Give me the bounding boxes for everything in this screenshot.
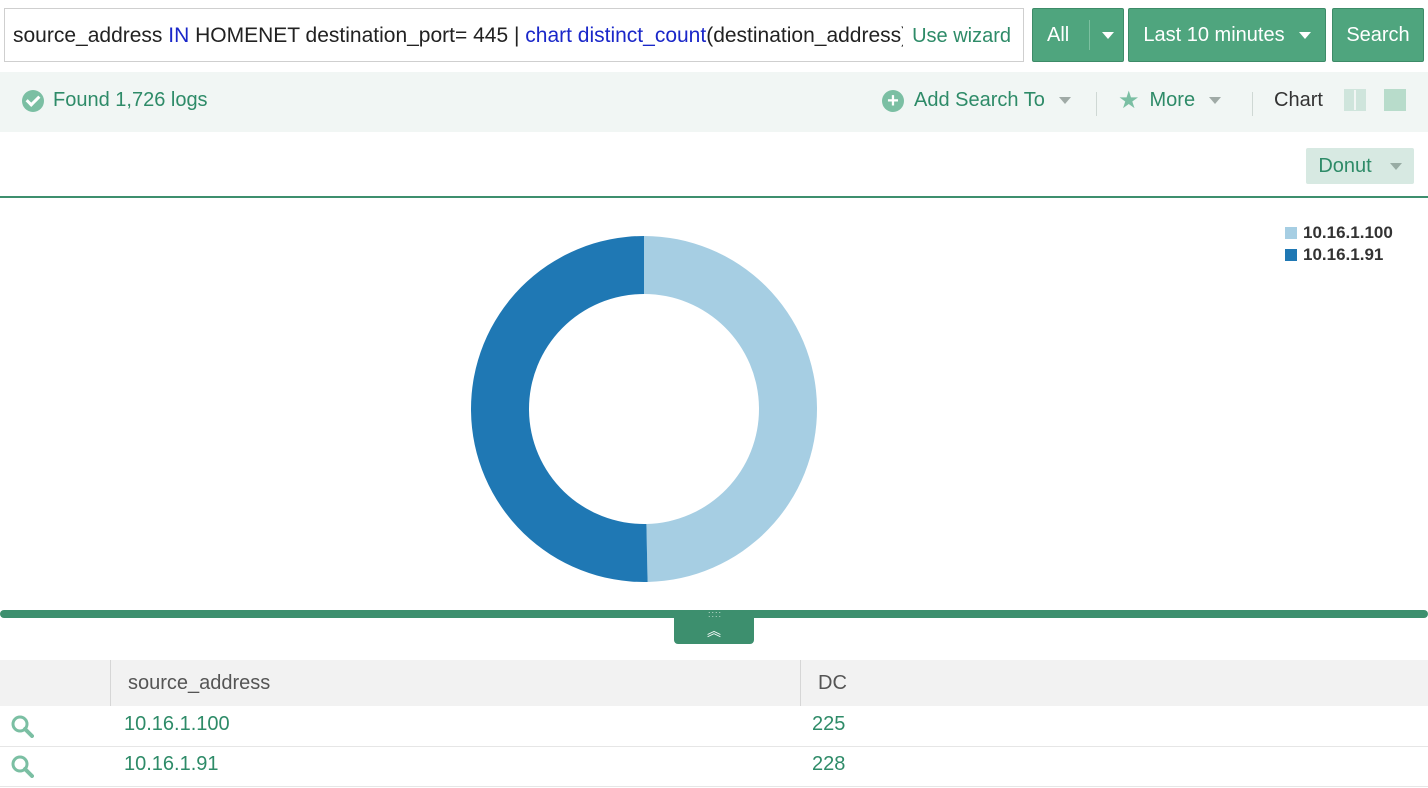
chevron-down-icon <box>1209 97 1222 104</box>
chevron-down-icon <box>1058 97 1071 104</box>
star-icon: ★ <box>1118 86 1140 114</box>
check-circle-icon <box>22 89 44 112</box>
legend-swatch <box>1285 249 1297 261</box>
more-label: More <box>1149 89 1196 111</box>
splitter-grip[interactable]: :::: <box>708 610 722 619</box>
chart-type-dropdown[interactable]: Donut <box>1306 148 1414 184</box>
chevron-down-icon <box>1298 31 1311 39</box>
table-row: 10.16.1.91 228 <box>0 746 1428 787</box>
divider <box>1089 20 1090 50</box>
legend-label: 10.16.1.91 <box>1303 245 1384 264</box>
chart-legend: 10.16.1.100 10.16.1.91 <box>1285 222 1393 266</box>
legend-item[interactable]: 10.16.1.100 <box>1285 222 1393 244</box>
results-toolbar: Found 1,726 logs + Add Search To ★ More … <box>0 72 1428 132</box>
column-divider <box>800 660 801 706</box>
donut-slice-10-16-1-100[interactable] <box>644 236 817 582</box>
divider <box>1096 92 1097 116</box>
search-query-box[interactable]: source_address IN HOMENET destination_po… <box>4 8 1024 62</box>
donut-chart <box>470 236 817 582</box>
cell-dc[interactable]: 228 <box>812 753 845 776</box>
time-range-dropdown[interactable]: Last 10 minutes <box>1128 8 1326 62</box>
chart-view-label: Chart <box>1274 89 1323 111</box>
double-chevron-up-icon: ︽ <box>707 623 721 639</box>
legend-label: 10.16.1.100 <box>1303 223 1393 242</box>
collapse-chart-button[interactable]: ︽ <box>674 618 754 644</box>
add-search-to-label: Add Search To <box>914 89 1045 111</box>
column-header-source-address[interactable]: source_address <box>128 672 270 695</box>
results-count: Found 1,726 logs <box>22 89 208 112</box>
query-text-segment: source_address <box>13 24 169 47</box>
chevron-down-icon[interactable] <box>1102 31 1114 39</box>
split-view-icon[interactable] <box>1344 89 1366 111</box>
column-header-dc[interactable]: DC <box>818 672 847 695</box>
donut-slice-10-16-1-91[interactable] <box>470 236 648 582</box>
query-keyword: IN <box>168 24 190 47</box>
query-keyword: chart distinct_count <box>525 24 707 47</box>
log-type-dropdown[interactable]: All <box>1032 8 1124 62</box>
search-button[interactable]: Search <box>1332 8 1424 62</box>
query-text-segment: HOMENET destination_port= 445 | <box>189 24 526 47</box>
full-view-icon[interactable] <box>1384 89 1406 111</box>
table-row: 10.16.1.100 225 <box>0 706 1428 747</box>
legend-swatch <box>1285 227 1297 239</box>
results-count-label: Found 1,726 logs <box>53 89 208 111</box>
chart-type-label: Donut <box>1318 154 1372 177</box>
legend-item[interactable]: 10.16.1.91 <box>1285 244 1393 266</box>
use-wizard-link[interactable]: Use wizard <box>912 23 1011 49</box>
plus-circle-icon: + <box>882 89 904 112</box>
log-type-label: All <box>1047 23 1070 46</box>
query-text-segment: (destination_address) as DC by source_ad… <box>706 24 903 47</box>
add-search-to-menu[interactable]: + Add Search To <box>882 89 1071 112</box>
column-divider <box>110 660 111 706</box>
more-menu[interactable]: ★ More <box>1118 86 1222 114</box>
cell-dc[interactable]: 225 <box>812 713 845 736</box>
search-query-input[interactable]: source_address IN HOMENET destination_po… <box>13 23 903 49</box>
search-icon[interactable] <box>10 754 34 778</box>
search-icon[interactable] <box>10 714 34 738</box>
time-range-label: Last 10 minutes <box>1143 23 1285 46</box>
cell-source-address[interactable]: 10.16.1.100 <box>124 713 230 736</box>
table-header: source_address DC <box>0 660 1428 706</box>
chevron-down-icon <box>1389 162 1402 170</box>
cell-source-address[interactable]: 10.16.1.91 <box>124 753 219 776</box>
divider <box>1252 92 1253 116</box>
